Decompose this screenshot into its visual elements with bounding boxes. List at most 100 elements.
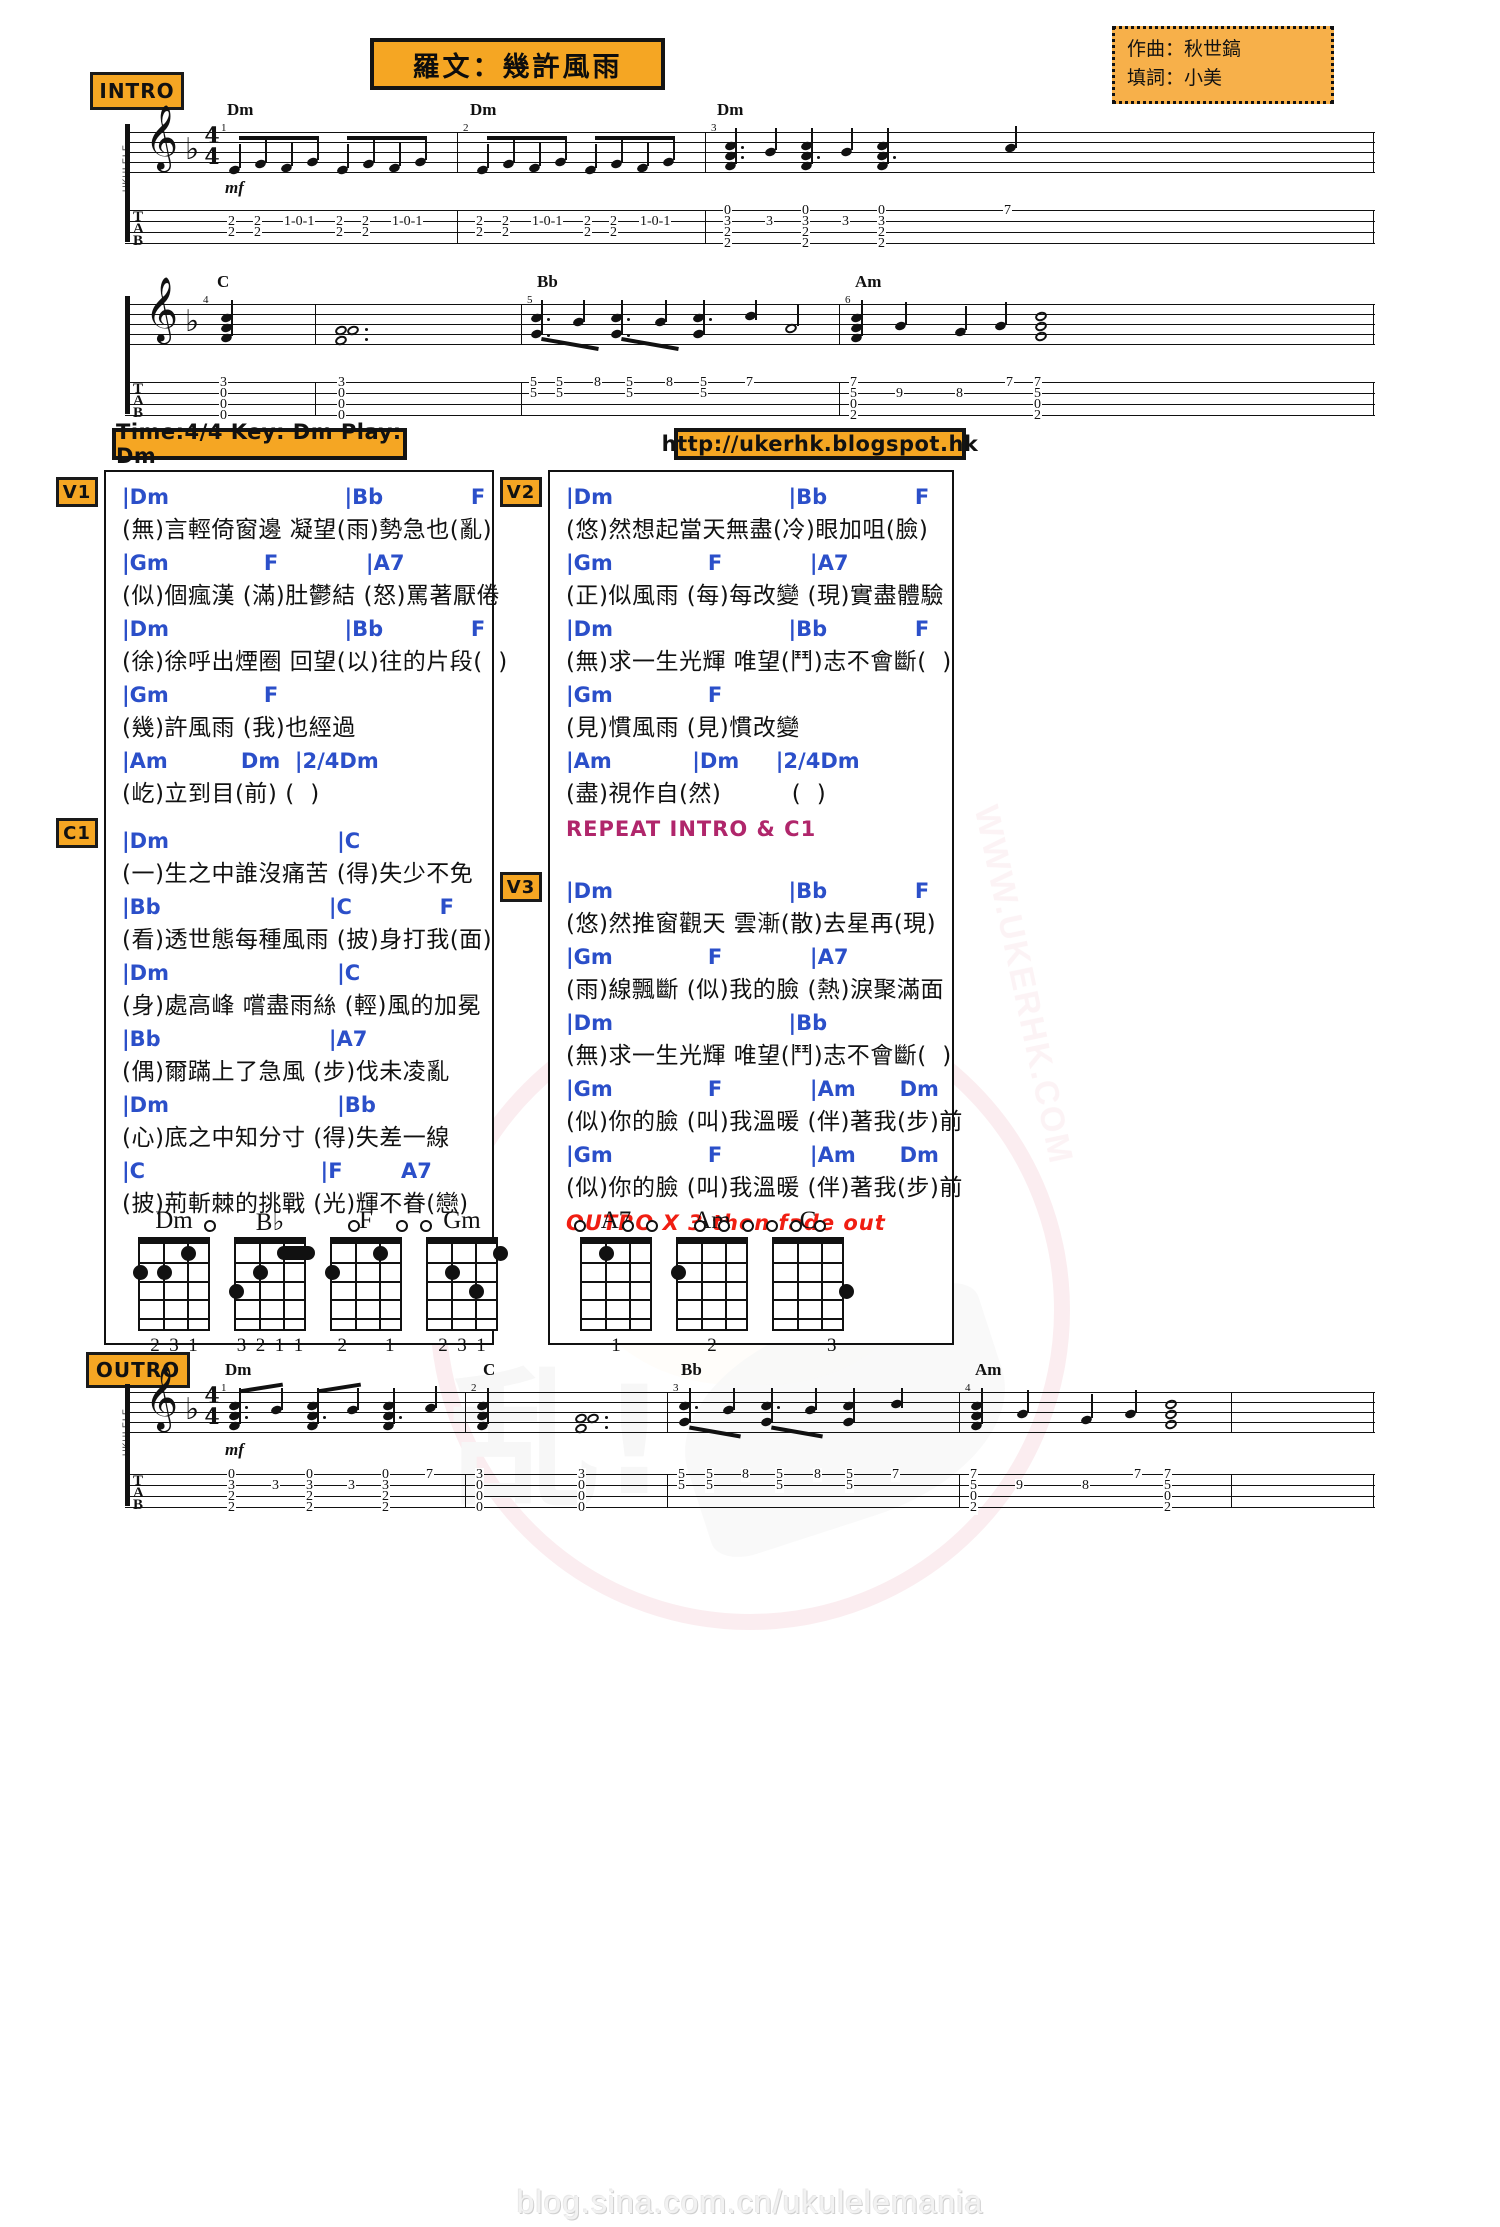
v1-lyric-line: (無)言輕倚窗邊 凝望(雨)勢急也(亂): [122, 517, 493, 543]
c1-lyric-line: (偶)爾蹣上了急風 (步)伐未凌亂: [122, 1059, 450, 1085]
chord-diagram-fingering: 2 3 1: [438, 1335, 486, 1356]
footer-watermark: blog.sina.com.cn/ukulelemania: [516, 2184, 984, 2220]
song-title: 羅文：幾許風雨: [370, 38, 665, 90]
chord-diagram-dot: [324, 1264, 340, 1280]
chord-diagram-dot: [838, 1283, 854, 1299]
v1-lyric-line: (似)個瘋漢 (滿)肚鬱結 (怒)罵著厭倦: [122, 583, 500, 609]
v1-chord-line: |Dm |Bb F: [122, 485, 486, 509]
chord-label: Dm: [470, 100, 497, 119]
chord-diagram-open-string: [742, 1220, 754, 1232]
c1-lyric-line: (身)處高峰 嚐盡雨絲 (輕)風的加冕: [122, 993, 482, 1019]
c1-chord-line: |Dm |C: [122, 829, 361, 853]
chord-diagram: B♭ 3 2 1 1: [222, 1207, 318, 1357]
tab-letter-b: B: [133, 1497, 144, 1513]
chord-diagram-barre: [277, 1246, 315, 1261]
chord-diagram-name: B♭: [255, 1209, 285, 1236]
chord-diagram-dot: [156, 1264, 172, 1280]
chord-label: Am: [855, 272, 882, 291]
left-lyrics-content: |Dm |Bb F (無)言輕倚窗邊 凝望(雨)勢急也(亂) |Gm F |A7 (似…: [106, 472, 508, 1222]
v3-marker: V3: [500, 872, 542, 902]
left-lyric-panel: |Dm |Bb F (無)言輕倚窗邊 凝望(雨)勢急也(亂) |Gm F |A7 (似…: [104, 470, 508, 1356]
chord-diagram-fretboard: [420, 1220, 508, 1331]
tab-letter-b: B: [133, 233, 144, 249]
chord-diagram-fingering: 1: [611, 1335, 621, 1356]
chord-label: Dm: [227, 100, 254, 119]
v3-chord-line: |Dm |Bb F: [566, 879, 930, 903]
chord-diagram-open-string: [204, 1220, 216, 1232]
chord-diagram: Dm 2 3 1: [126, 1207, 222, 1357]
c1-lyric-line: (心)底之中知分寸 (得)失差一線: [122, 1125, 450, 1151]
chord-diagram-fretboard: [324, 1220, 408, 1331]
chord-label: Dm: [225, 1360, 252, 1379]
chord-diagram-dot: [180, 1245, 196, 1261]
v2-chord-line: |Gm F: [566, 683, 723, 707]
chord-diagram-open-string: [622, 1220, 634, 1232]
right-lyrics-content: |Dm |Bb F (悠)然想起當天無盡(冷)眼加咀(臉) |Gm F |A7 (正)…: [550, 472, 963, 1240]
right-lyric-panel: |Dm |Bb F (悠)然想起當天無盡(冷)眼加咀(臉) |Gm F |A7 (正)…: [548, 470, 963, 1356]
chord-label: C: [483, 1360, 496, 1379]
chord-diagram-dot: [670, 1264, 686, 1280]
credits-box: 作曲：秋世鎬 填詞：小美: [1112, 26, 1334, 104]
chord-diagram: Gm 2 3 1: [414, 1207, 510, 1357]
v3-lyric-line: (悠)然推窗觀天 雲漸(散)去星再(現): [566, 911, 937, 937]
v2-repeat-note: REPEAT INTRO & C1: [566, 817, 817, 841]
url-banner: http://ukerhk.blogspot.hk: [662, 428, 978, 460]
c1-chord-line: |Bb |A7: [122, 1027, 368, 1051]
chord-label: Bb: [681, 1360, 702, 1379]
chord-diagram-fretboard: [670, 1220, 754, 1331]
chord-diagram: Am 2: [664, 1207, 760, 1357]
v3-lyric-line: (似)你的臉 (叫)我溫暖 (伴)著我(步)前: [566, 1109, 963, 1135]
chord-diagram-row-left: Dm 2 3 1 B♭ 3 2 1 1 F2 1 Gm 2 3 1: [126, 1207, 510, 1357]
v2-lyric-line: (無)求一生光輝 唯望(鬥)志不會斷( ): [566, 649, 952, 675]
chord-diagram: F2 1: [318, 1207, 414, 1357]
chord-diagram-fretboard: [228, 1237, 315, 1331]
treble-clef-icon: 𝄞: [145, 1365, 179, 1430]
v2-chord-line: |Am |Dm |2/4Dm: [566, 749, 860, 773]
chord-diagram-open-string: [348, 1220, 360, 1232]
v1-chord-line: |Am Dm |2/4Dm: [122, 749, 379, 773]
c1-lyric-line: (一)生之中誰沒痛苦 (得)失少不免: [122, 861, 474, 887]
dynamic-mf: mf: [225, 1440, 244, 1459]
v2-chord-line: |Dm |Bb F: [566, 485, 930, 509]
v2-chord-line: |Dm |Bb F: [566, 617, 930, 641]
lyricist-line: 填詞：小美: [1127, 67, 1223, 90]
v3-lyric-line: (似)你的臉 (叫)我溫暖 (伴)著我(步)前: [566, 1175, 963, 1201]
c1-chord-line: |Bb |C F: [122, 895, 455, 919]
chord-diagram-open-string: [790, 1220, 802, 1232]
tab-letter-b: B: [133, 405, 144, 421]
chord-diagram-fingering: 3 2 1 1: [236, 1335, 304, 1356]
v3-chord-line: |Gm F |Am Dm: [566, 1143, 939, 1167]
v3-chord-line: |Gm F |A7: [566, 945, 849, 969]
v1-chord-line: |Gm F |A7: [122, 551, 405, 575]
c1-lyric-line: (看)透世態每種風雨 (披)身打我(面): [122, 927, 493, 953]
c1-chord-line: |Dm |Bb: [122, 1093, 376, 1117]
chord-diagram-open-string: [718, 1220, 730, 1232]
chord-diagram-open-string: [694, 1220, 706, 1232]
chord-diagram-fingering: 3: [779, 1335, 837, 1356]
chord-label: Am: [975, 1360, 1002, 1379]
chord-label: Bb: [537, 272, 558, 291]
v3-lyric-line: (雨)線飄斷 (似)我的臉 (熱)淚聚滿面: [566, 977, 944, 1003]
chord-diagram-dot: [492, 1245, 508, 1261]
v2-chord-line: |Gm F |A7: [566, 551, 849, 575]
chord-diagram-open-string: [766, 1220, 778, 1232]
chord-diagram-dot: [252, 1264, 268, 1280]
v3-chord-line: |Gm F |Am Dm: [566, 1077, 939, 1101]
chord-diagram-row-right: A7 1 Am 2 C 3: [568, 1207, 856, 1357]
chord-diagram: C 3: [760, 1207, 856, 1357]
chord-diagram-dot: [132, 1264, 148, 1280]
v2-lyric-line: (正)似風雨 (每)每改變 (現)實盡體驗: [566, 583, 944, 609]
v1-lyric-line: (徐)徐呼出煙圈 回望(以)往的片段( ): [122, 649, 508, 675]
v2-lyric-line: (盡)視作自(然) ( ): [566, 781, 827, 807]
treble-clef-icon: 𝄞: [145, 277, 179, 342]
chord-label: C: [217, 272, 230, 291]
chord-diagram-open-string: [814, 1220, 826, 1232]
outro-system: UKULELE 𝄞 ♭ 44 mf 1 2 3 4 Dm C Bb Am: [121, 1360, 1375, 1515]
time-key-banner: Time:4/4 Key: Dm Play: Dm: [112, 420, 407, 468]
v1-chord-line: |Gm F: [122, 683, 279, 707]
intro-system-2: 𝄞 ♭ 4 5 6 C Bb Am T A B 30 00 30 00 55 5…: [125, 272, 1375, 423]
v2-lyric-line: (見)慣風雨 (見)慣改變: [566, 715, 800, 741]
v3-lyric-line: (無)求一生光輝 唯望(鬥)志不會斷( ): [566, 1043, 952, 1069]
